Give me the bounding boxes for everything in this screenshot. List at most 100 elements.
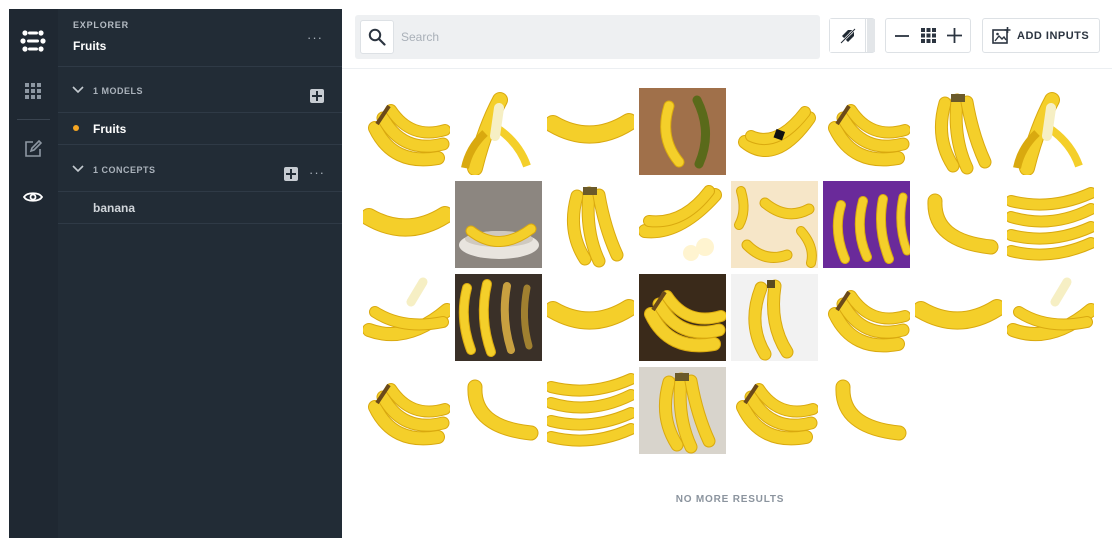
- banana-thumbnail: [639, 88, 726, 175]
- banana-thumbnail: [639, 181, 726, 268]
- banana-thumbnail: [455, 274, 542, 361]
- minus-icon[interactable]: [895, 29, 909, 43]
- grid-icon[interactable]: [921, 28, 936, 43]
- banana-thumbnail: [547, 88, 634, 175]
- gallery-image-tile[interactable]: [639, 274, 726, 361]
- banana-thumbnail: [639, 367, 726, 454]
- banana-thumbnail: [915, 88, 1002, 175]
- gallery-image-tile[interactable]: [547, 274, 634, 361]
- tag-toggle[interactable]: [829, 18, 875, 53]
- banana-thumbnail: [731, 181, 818, 268]
- search-input[interactable]: [401, 27, 801, 47]
- gallery-image-tile[interactable]: [823, 367, 910, 454]
- banana-thumbnail: [1007, 181, 1094, 268]
- gallery-image-tile[interactable]: [639, 181, 726, 268]
- explorer-panel: EXPLORER Fruits ··· 1 MODELS Fruits 1 CO…: [58, 9, 342, 538]
- add-image-icon: [992, 27, 1011, 44]
- concepts-header-label: 1 CONCEPTS: [93, 165, 156, 175]
- gallery-image-tile[interactable]: [1007, 181, 1094, 268]
- no-more-results-label: NO MORE RESULTS: [675, 494, 785, 505]
- chevron-down-icon[interactable]: [72, 164, 84, 174]
- model-status-dot: [73, 125, 79, 131]
- toolbar-divider: [342, 68, 1112, 69]
- banana-thumbnail: [547, 181, 634, 268]
- gallery-image-tile[interactable]: [639, 88, 726, 175]
- gallery-image-tile[interactable]: [639, 367, 726, 454]
- model-item-fruits[interactable]: Fruits: [58, 113, 342, 145]
- add-concept-icon[interactable]: [284, 167, 298, 181]
- gallery-image-tile[interactable]: [455, 367, 542, 454]
- banana-thumbnail: [731, 274, 818, 361]
- banana-thumbnail: [639, 274, 726, 361]
- gallery-image-tile[interactable]: [455, 181, 542, 268]
- banana-thumbnail: [731, 88, 818, 175]
- add-inputs-button[interactable]: ADD INPUTS: [982, 18, 1100, 53]
- gallery-image-tile[interactable]: [455, 274, 542, 361]
- gallery-image-tile[interactable]: [731, 88, 818, 175]
- model-item-label: Fruits: [93, 122, 127, 136]
- eye-icon[interactable]: [23, 187, 43, 207]
- app-more-icon[interactable]: ···: [307, 31, 323, 44]
- banana-thumbnail: [547, 367, 634, 454]
- banana-thumbnail: [915, 274, 1002, 361]
- gallery-image-tile[interactable]: [823, 181, 910, 268]
- gallery-image-tile[interactable]: [823, 274, 910, 361]
- banana-thumbnail: [363, 367, 450, 454]
- banana-thumbnail: [823, 367, 910, 454]
- gallery-image-tile[interactable]: [363, 181, 450, 268]
- models-header-label: 1 MODELS: [93, 86, 144, 96]
- tag-toggle-track: [867, 19, 875, 52]
- plus-icon[interactable]: [947, 28, 962, 43]
- search-bar: [355, 15, 820, 59]
- concepts-more-icon[interactable]: ···: [309, 166, 325, 179]
- gallery-image-tile[interactable]: [1007, 88, 1094, 175]
- banana-thumbnail: [455, 181, 542, 268]
- gallery-image-tile[interactable]: [547, 181, 634, 268]
- banana-thumbnail: [823, 274, 910, 361]
- apps-grid-icon[interactable]: [23, 81, 43, 101]
- banana-thumbnail: [363, 181, 450, 268]
- gallery-image-tile[interactable]: [363, 274, 450, 361]
- banana-thumbnail: [455, 88, 542, 175]
- edit-icon[interactable]: [23, 139, 43, 159]
- banana-thumbnail: [1007, 88, 1094, 175]
- banana-thumbnail: [363, 88, 450, 175]
- gallery-image-tile[interactable]: [915, 181, 1002, 268]
- search-icon: [368, 28, 386, 46]
- tag-toggle-knob[interactable]: [830, 19, 866, 52]
- banana-thumbnail: [1007, 274, 1094, 361]
- zoom-controls: [885, 18, 971, 53]
- app-title: Fruits: [73, 39, 107, 53]
- gallery-image-tile[interactable]: [547, 367, 634, 454]
- rail-divider: [17, 119, 50, 120]
- models-section-header[interactable]: 1 MODELS: [58, 67, 342, 113]
- concept-item-label: banana: [93, 201, 136, 215]
- gallery-image-tile[interactable]: [915, 88, 1002, 175]
- app-logo-icon[interactable]: [20, 28, 46, 54]
- gallery-image-tile[interactable]: [363, 367, 450, 454]
- banana-thumbnail: [455, 367, 542, 454]
- gallery-image-tile[interactable]: [455, 88, 542, 175]
- explorer-label: EXPLORER: [73, 20, 129, 30]
- banana-thumbnail: [823, 88, 910, 175]
- concept-item-banana[interactable]: banana: [58, 192, 342, 224]
- banana-thumbnail: [823, 181, 910, 268]
- gallery-image-tile[interactable]: [547, 88, 634, 175]
- gallery-image-tile[interactable]: [731, 181, 818, 268]
- banana-thumbnail: [547, 274, 634, 361]
- app-rail: [9, 9, 58, 538]
- banana-thumbnail: [363, 274, 450, 361]
- gallery-image-tile[interactable]: [731, 274, 818, 361]
- gallery-image-tile[interactable]: [915, 274, 1002, 361]
- concepts-section-header[interactable]: 1 CONCEPTS ···: [58, 146, 342, 192]
- gallery-image-tile[interactable]: [363, 88, 450, 175]
- gallery-image-tile[interactable]: [731, 367, 818, 454]
- search-button[interactable]: [360, 20, 394, 54]
- banana-thumbnail: [731, 367, 818, 454]
- chevron-down-icon[interactable]: [72, 85, 84, 95]
- add-inputs-label: ADD INPUTS: [1017, 30, 1090, 42]
- gallery-image-tile[interactable]: [823, 88, 910, 175]
- add-model-icon[interactable]: [310, 89, 324, 103]
- explorer-header: EXPLORER Fruits ···: [58, 9, 342, 67]
- gallery-image-tile[interactable]: [1007, 274, 1094, 361]
